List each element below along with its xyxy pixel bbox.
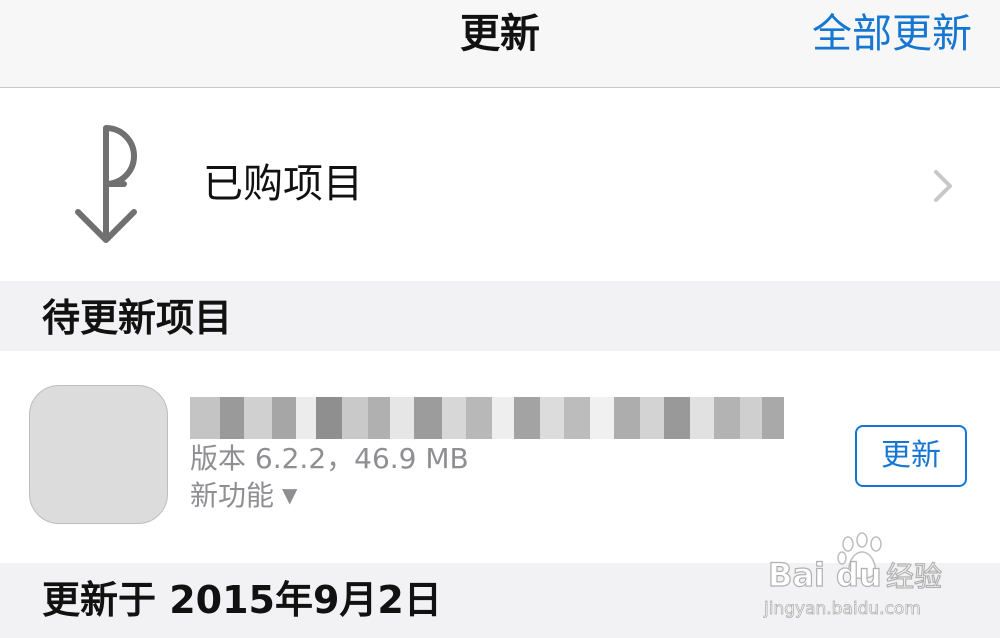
update-all-button[interactable]: 全部更新: [812, 10, 972, 58]
updated-on-label: 更新于 2015年9月2日: [42, 578, 442, 622]
nav-bar: 更新 全部更新: [0, 0, 1000, 88]
pending-updates-label: 待更新项目: [42, 296, 233, 340]
whats-new-label: 新功能: [190, 479, 275, 512]
updated-on-header: 更新于 2015年9月2日: [0, 563, 1000, 638]
update-button[interactable]: 更新: [855, 425, 967, 487]
whats-new-toggle[interactable]: 新功能 ▼: [190, 477, 297, 514]
caret-down-icon: ▼: [282, 483, 298, 507]
purchased-row[interactable]: 已购项目: [0, 88, 1000, 281]
app-icon[interactable]: [29, 385, 168, 524]
pending-updates-header: 待更新项目: [0, 281, 1000, 351]
chevron-right-icon: [934, 170, 952, 202]
purchased-arrow-icon: [75, 125, 137, 243]
app-version-info: 版本 6.2.2，46.9 MB: [190, 442, 469, 475]
app-update-row[interactable]: 版本 6.2.2，46.9 MB 新功能 ▼ 更新: [0, 351, 1000, 563]
purchased-label: 已购项目: [203, 161, 363, 207]
